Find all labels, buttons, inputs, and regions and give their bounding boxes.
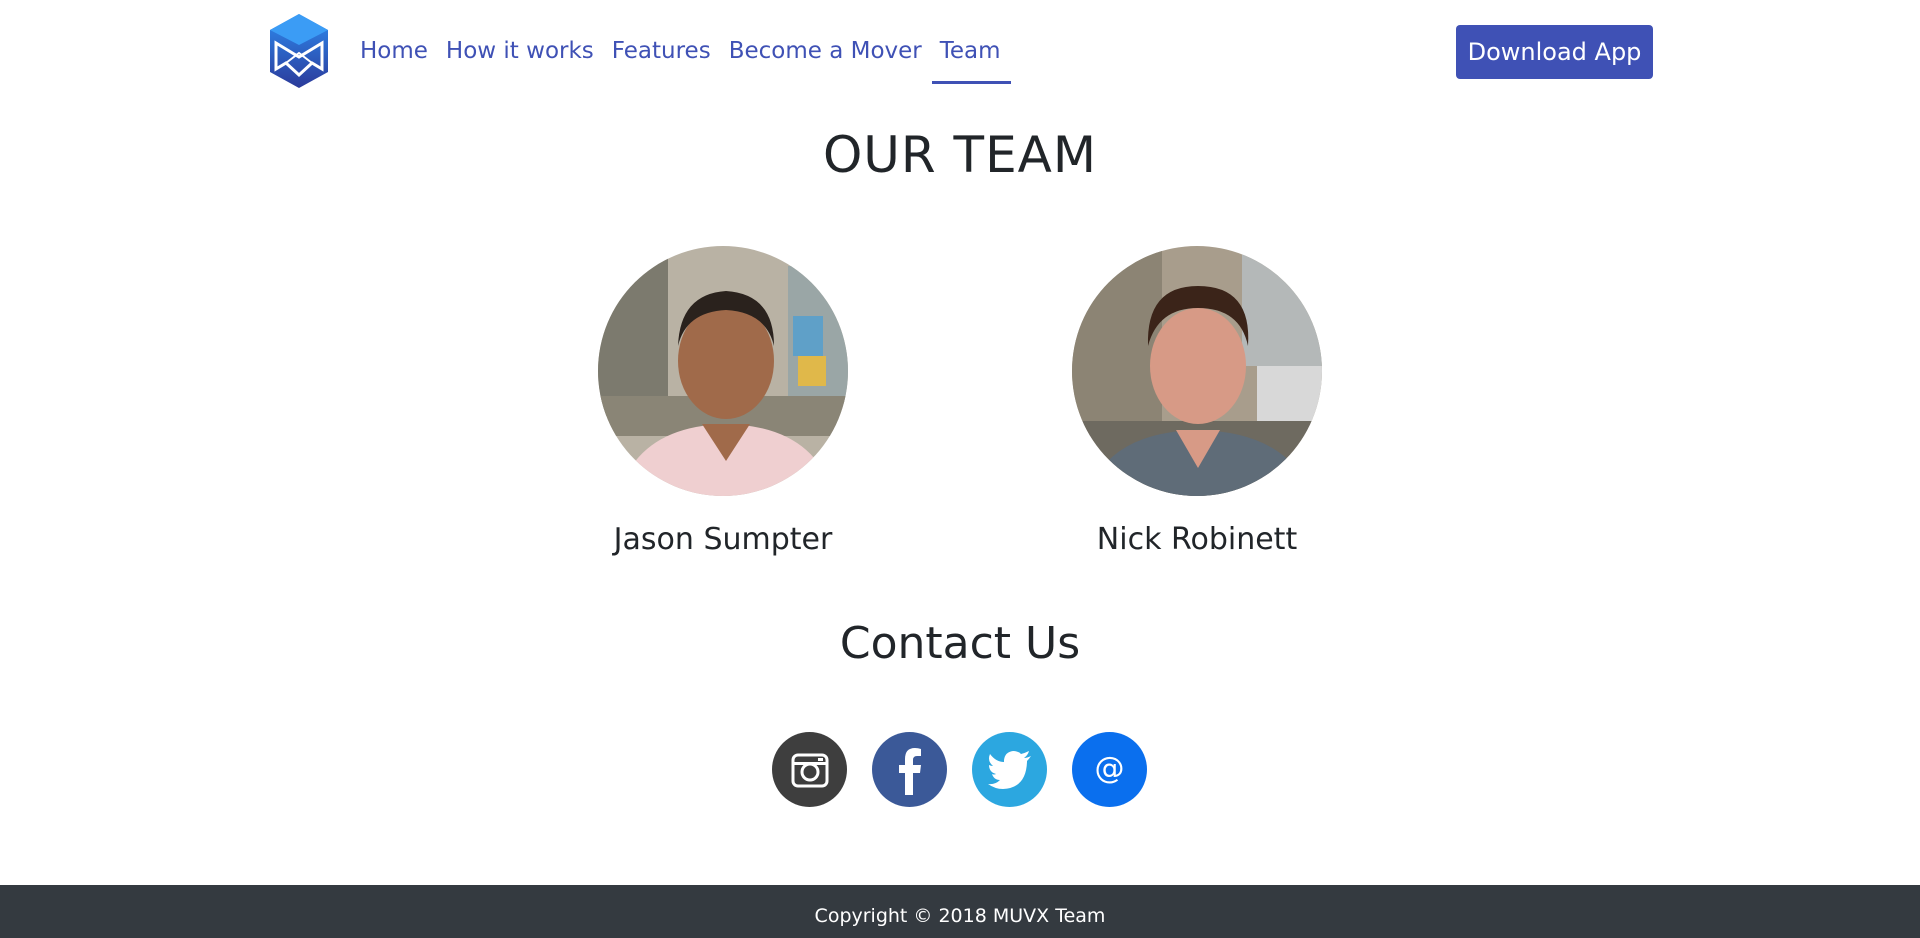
nav-link-how-it-works[interactable]: How it works bbox=[438, 30, 604, 82]
contact-section-title: Contact Us bbox=[839, 618, 1081, 669]
email-icon[interactable]: @ bbox=[1072, 732, 1147, 807]
member-name: Jason Sumpter bbox=[613, 522, 833, 557]
footer: Copyright © 2018 MUVX Team bbox=[0, 885, 1920, 938]
muvx-logo-icon[interactable] bbox=[268, 13, 330, 89]
member-name: Nick Robinett bbox=[1096, 522, 1298, 557]
nav-link-team[interactable]: Team bbox=[931, 30, 1011, 84]
download-app-button[interactable]: Download App bbox=[1456, 25, 1653, 79]
instagram-icon[interactable] bbox=[772, 732, 847, 807]
nav-links: Home How it works Features Become a Move… bbox=[352, 30, 1011, 90]
at-glyph: @ bbox=[1094, 750, 1125, 786]
team-member-card: Jason Sumpter bbox=[573, 246, 873, 557]
avatar bbox=[598, 246, 848, 496]
nav-link-home[interactable]: Home bbox=[352, 30, 438, 82]
team-section-title: OUR TEAM bbox=[822, 126, 1098, 184]
team-member-card: Nick Robinett bbox=[1047, 246, 1347, 557]
nav-link-become-a-mover[interactable]: Become a Mover bbox=[721, 30, 932, 82]
social-links: @ bbox=[772, 732, 1147, 807]
twitter-icon[interactable] bbox=[972, 732, 1047, 807]
nav-link-features[interactable]: Features bbox=[604, 30, 721, 82]
copyright-text: Copyright © 2018 MUVX Team bbox=[814, 905, 1106, 927]
facebook-icon[interactable] bbox=[872, 732, 947, 807]
navbar: Home How it works Features Become a Move… bbox=[0, 0, 1920, 104]
avatar bbox=[1072, 246, 1322, 496]
